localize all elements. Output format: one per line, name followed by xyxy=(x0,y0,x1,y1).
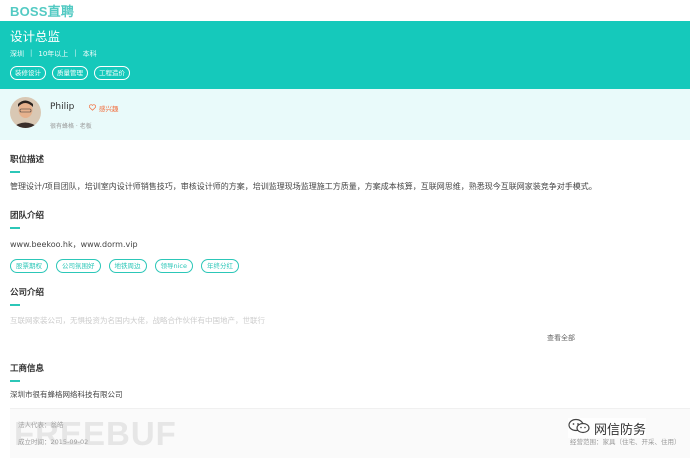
section-title: 公司介绍 xyxy=(10,288,45,298)
job-description-text: 管理设计/项目团队，培训室内设计师销售技巧，审核设计师的方案，培训监理现场监理施… xyxy=(10,181,597,191)
team-tag: 年终分红 xyxy=(201,258,239,273)
section-underline xyxy=(10,227,20,229)
team-tags: 股票期权 公司氛围好 地铁周边 领导nice 年终分红 xyxy=(10,258,239,273)
team-section: 团队介绍 www.beekoo.hk，www.dorm.vip 股票期权 公司氛… xyxy=(10,209,239,273)
business-section: 工商信息 深圳市很有蜂格网络科技有限公司 xyxy=(10,362,123,400)
job-education: 本科 xyxy=(82,50,97,58)
job-location: 深圳 xyxy=(10,50,24,58)
job-tag: 质量管理 xyxy=(52,66,88,80)
top-bar: BOSS直聘 xyxy=(0,0,690,21)
boss-subtitle: 很有蜂格 · 老板 xyxy=(50,123,92,130)
section-underline xyxy=(10,380,20,382)
job-experience: 10年以上 xyxy=(38,50,69,58)
interest-label: 感兴趣 xyxy=(99,105,119,113)
team-links: www.beekoo.hk，www.dorm.vip xyxy=(10,239,138,249)
team-tag: 领导nice xyxy=(154,258,193,273)
job-meta: 深圳 | 10年以上 | 本科 xyxy=(10,49,680,59)
interest-button[interactable]: 感兴趣 xyxy=(89,103,119,113)
section-underline xyxy=(10,304,20,306)
company-section: 公司介绍 互联网家装公司，无惧投资为名国内大佬，战略合作伙伴有中国地产，世联行 xyxy=(10,286,265,326)
wechat-icon xyxy=(568,418,590,438)
team-tag: 股票期权 xyxy=(10,258,48,273)
freebuf-watermark: FREEBUF xyxy=(14,415,177,452)
company-intro-text: 互联网家装公司，无惧投资为名国内大佬，战略合作伙伴有中国地产，世联行 xyxy=(10,315,265,325)
team-tag: 公司氛围好 xyxy=(56,258,101,273)
section-underline xyxy=(10,171,20,173)
job-tag: 工程造价 xyxy=(94,66,130,80)
wechat-badge: 网信防务 xyxy=(568,418,647,438)
job-header: 设计总监 深圳 | 10年以上 | 本科 装修设计 质量管理 工程造价 xyxy=(0,21,690,89)
meta-separator: | xyxy=(74,49,77,57)
avatar[interactable] xyxy=(10,97,41,128)
company-name: 深圳市很有蜂格网络科技有限公司 xyxy=(10,389,123,399)
boss-card: Philip 感兴趣 很有蜂格 · 老板 xyxy=(0,89,690,140)
boss-logo[interactable]: BOSS直聘 xyxy=(10,1,74,20)
job-tag: 装修设计 xyxy=(10,66,46,80)
job-description-section: 职位描述 管理设计/项目团队，培训室内设计师销售技巧，审核设计师的方案，培训监理… xyxy=(10,153,685,192)
job-tags: 装修设计 质量管理 工程造价 xyxy=(10,66,680,80)
section-title: 职位描述 xyxy=(10,155,45,165)
wechat-account-name: 网信防务 xyxy=(594,422,647,438)
view-all-link[interactable]: 查看全部 xyxy=(547,333,575,343)
team-tag: 地铁周边 xyxy=(108,258,147,273)
section-title: 工商信息 xyxy=(10,364,45,374)
job-title: 设计总监 xyxy=(10,29,61,44)
section-title: 团队介绍 xyxy=(10,211,45,221)
meta-separator: | xyxy=(30,49,33,57)
boss-name: Philip xyxy=(50,102,75,112)
heart-icon xyxy=(89,103,96,113)
